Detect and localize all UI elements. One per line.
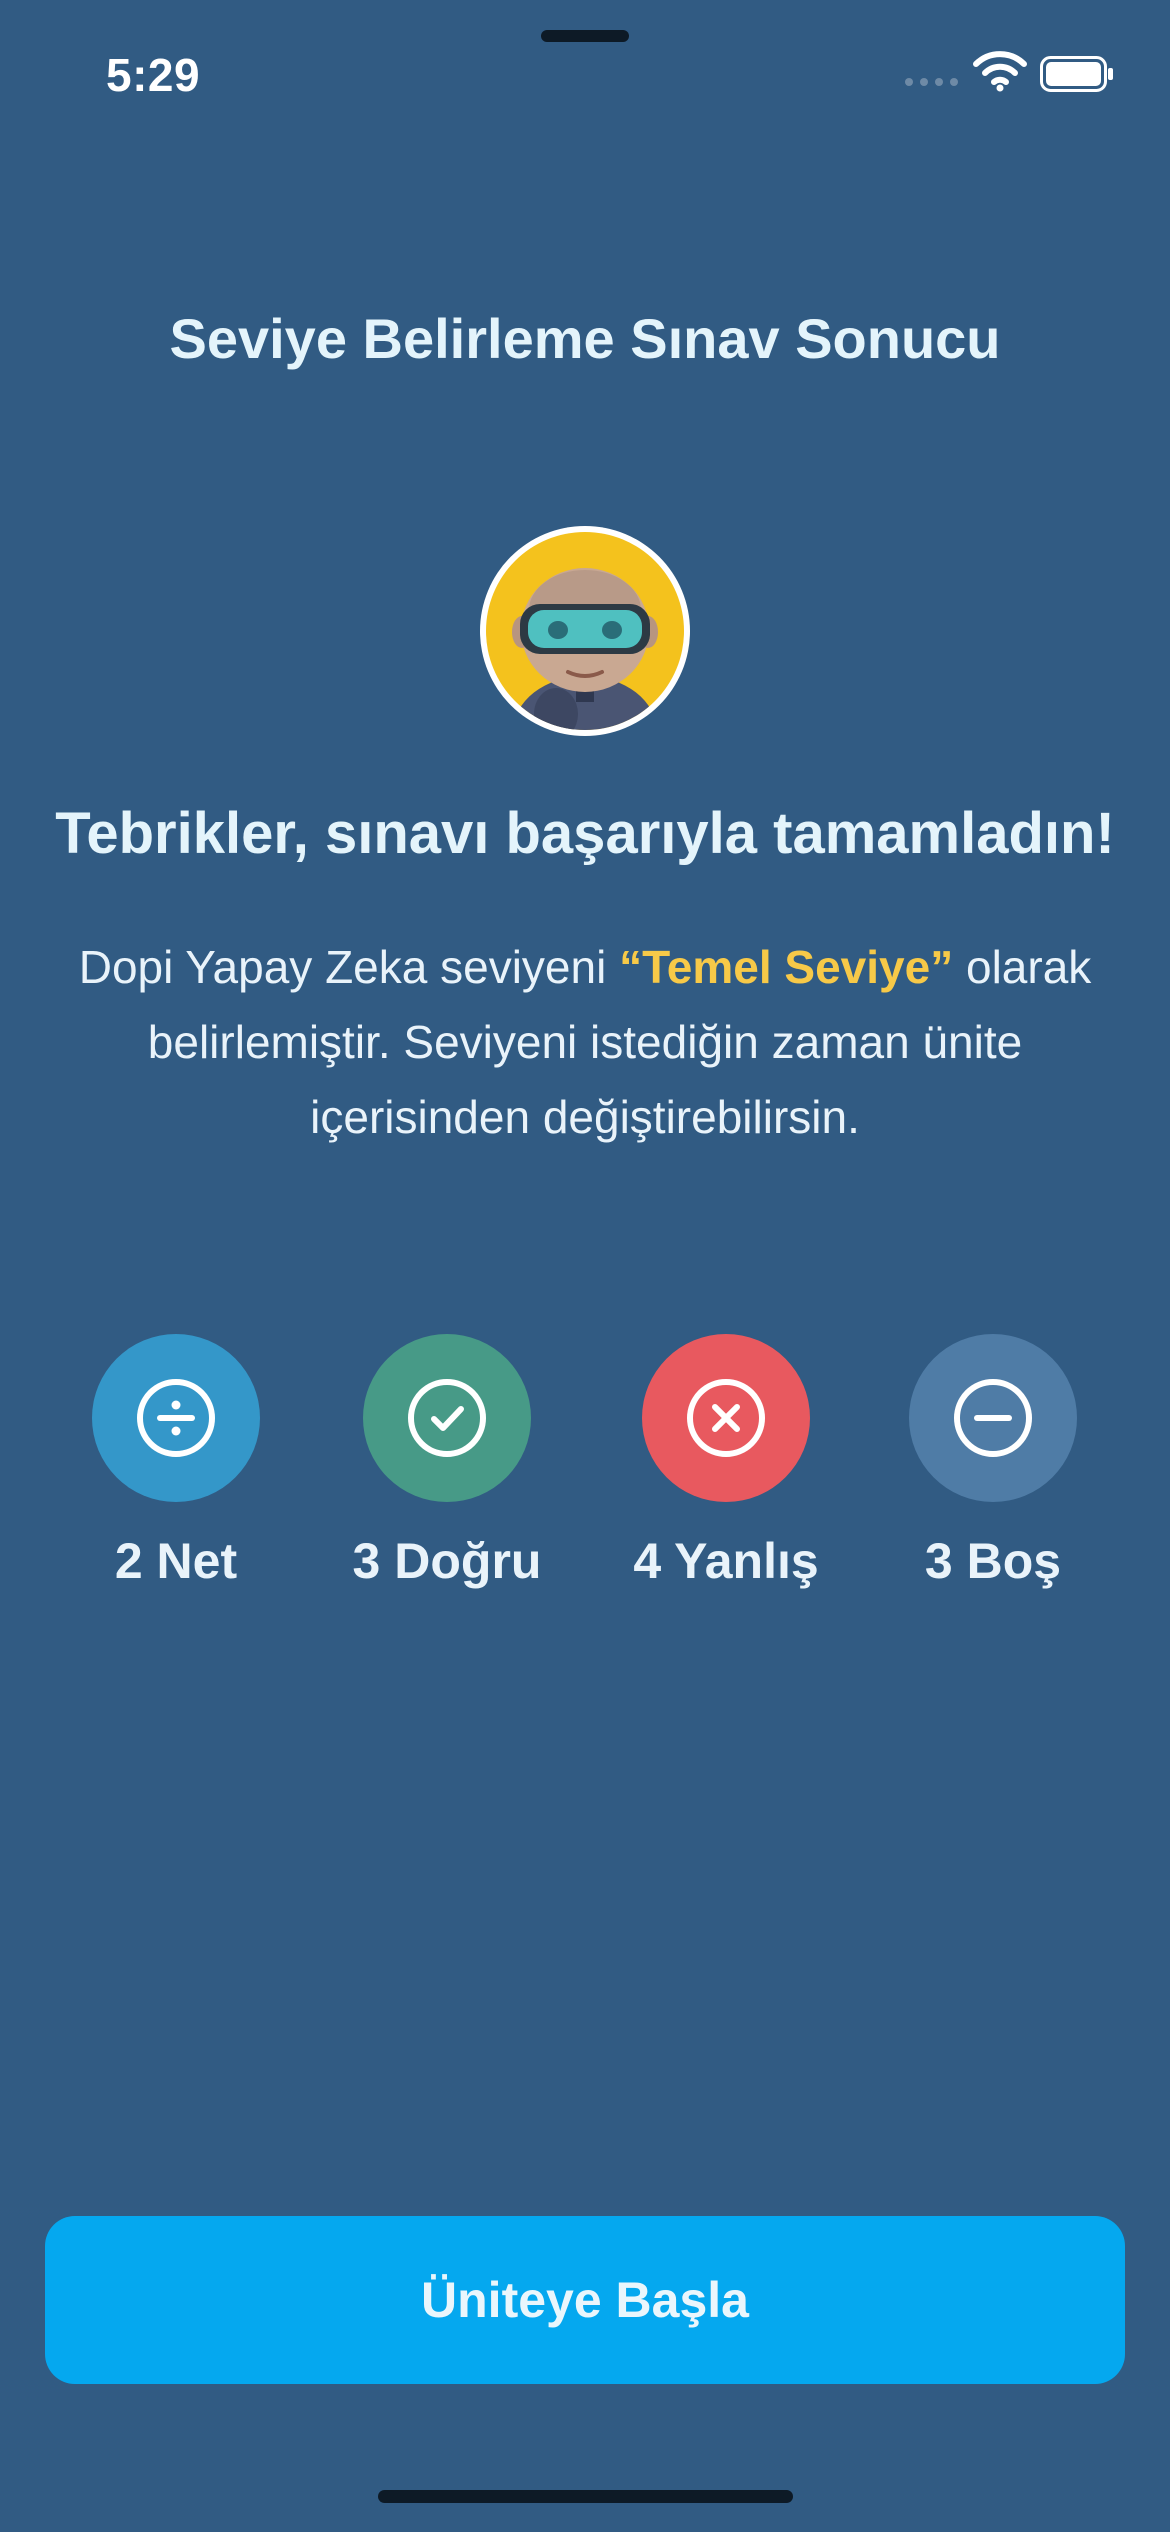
stat-wrong-badge [642,1334,810,1502]
x-icon [687,1379,765,1457]
level-description: Dopi Yapay Zeka seviyeni “Temel Seviye” … [40,930,1130,1155]
dopi-avatar [480,526,690,736]
cellular-signal-icon [905,78,958,86]
result-screen: 5:29 Seviye Belirleme Sınav Sonucu Tebri… [0,0,1170,2532]
check-icon [408,1379,486,1457]
level-name: “Temel Seviye” [619,941,954,993]
stat-wrong: 4 Yanlış [596,1334,856,1590]
minus-icon [954,1379,1032,1457]
status-time: 5:29 [106,49,201,101]
stat-empty: 3 Boş [863,1334,1123,1590]
robot-avatar-image [486,532,684,730]
description-text-start: Dopi Yapay Zeka seviyeni [78,941,620,993]
stat-net: 2 Net [46,1334,306,1590]
stat-empty-badge [909,1334,1077,1502]
divide-icon [137,1379,215,1457]
home-indicator[interactable] [378,2490,793,2503]
stat-net-badge [92,1334,260,1502]
stat-net-label: 2 Net [114,1533,238,1589]
stat-correct: 3 Doğru [317,1334,577,1590]
stat-correct-label: 3 Doğru [352,1533,542,1589]
stat-wrong-label: 4 Yanlış [633,1533,819,1589]
top-notch-indicator [541,30,629,42]
start-unit-button[interactable]: Üniteye Başla [45,2216,1125,2384]
congratulations-headline: Tebrikler, sınavı başarıyla tamamladın! [55,801,1115,866]
wifi-icon [973,51,1027,92]
page-title: Seviye Belirleme Sınav Sonucu [169,307,1001,370]
stat-correct-badge [363,1334,531,1502]
stat-empty-label: 3 Boş [924,1533,1062,1589]
battery-icon [1040,56,1113,92]
